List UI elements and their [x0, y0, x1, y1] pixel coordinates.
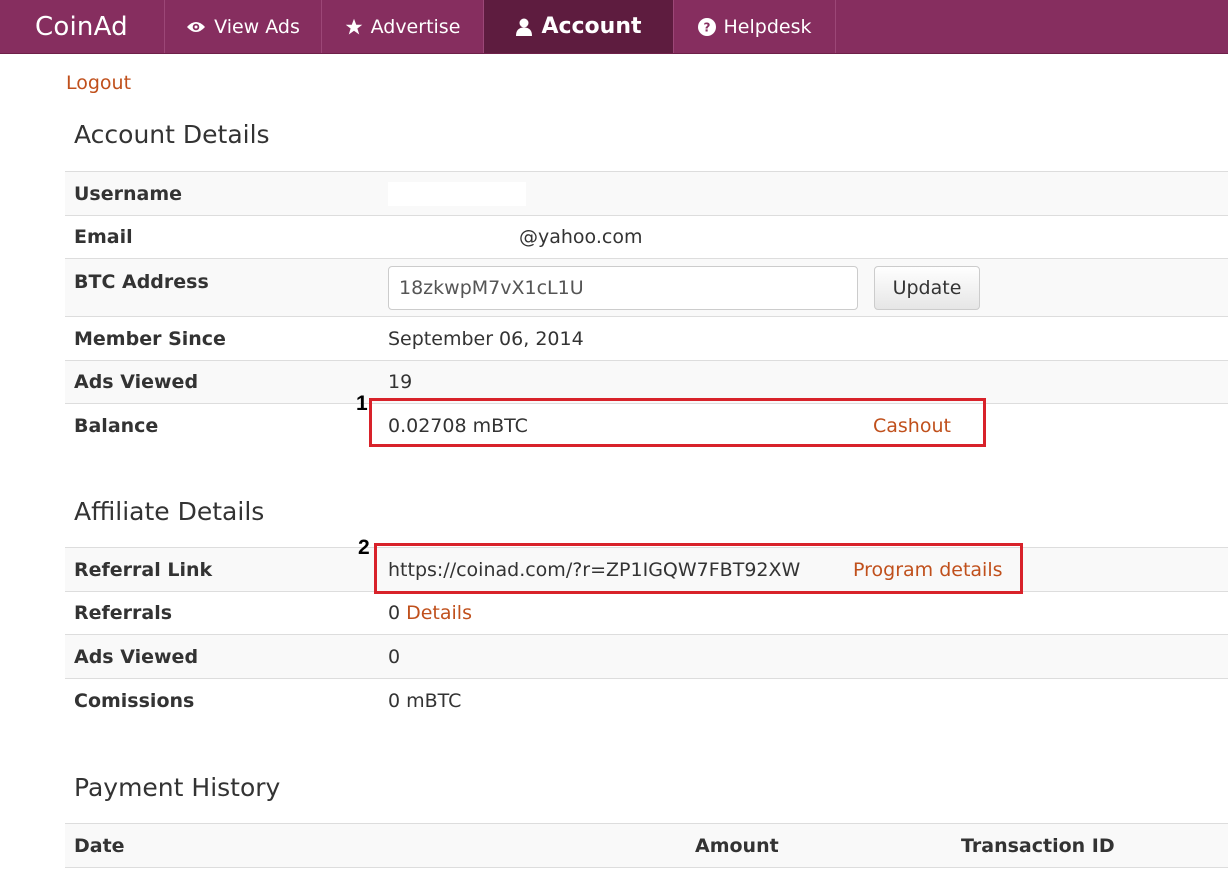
comissions-label: Comissions: [74, 689, 195, 712]
annotation-number-1: 1: [356, 392, 368, 415]
eye-icon: [186, 20, 206, 34]
username-label: Username: [74, 182, 183, 205]
nav-helpdesk[interactable]: ? Helpdesk: [674, 0, 836, 53]
nav-view-ads-label: View Ads: [214, 15, 300, 38]
user-icon: [515, 18, 533, 36]
column-amount: Amount: [695, 835, 779, 857]
payment-history-title: Payment History: [74, 773, 281, 802]
email-text: @yahoo.com: [519, 226, 643, 248]
table-row-member-since: Member Since September 06, 2014: [65, 317, 1228, 361]
column-transaction-id: Transaction ID: [961, 835, 1115, 857]
svg-text:?: ?: [703, 20, 710, 34]
member-since-value: September 06, 2014: [388, 327, 584, 350]
nav-advertise[interactable]: Advertise: [322, 0, 484, 53]
affiliate-ads-viewed-label: Ads Viewed: [74, 645, 199, 668]
table-row-username: Username: [65, 172, 1228, 216]
referrals-details-link[interactable]: Details: [406, 602, 472, 624]
annotation-box-2: [374, 543, 1023, 594]
table-row-email: Email @yahoo.com: [65, 216, 1228, 259]
redacted-username: [388, 181, 526, 206]
btc-address-label: BTC Address: [74, 271, 209, 293]
annotation-box-1: [369, 398, 986, 447]
nav-helpdesk-label: Helpdesk: [723, 15, 812, 38]
affiliate-ads-viewed-value: 0: [388, 645, 401, 668]
balance-label: Balance: [74, 415, 159, 437]
table-row-affiliate-ads-viewed: Ads Viewed 0: [65, 635, 1228, 679]
ads-viewed-label: Ads Viewed: [74, 371, 199, 393]
username-value: [388, 181, 1228, 206]
column-date: Date: [74, 835, 125, 857]
table-row-btc-address: BTC Address Update: [65, 259, 1228, 317]
referrals-count: 0: [388, 602, 401, 624]
ads-viewed-value: 19: [388, 371, 413, 393]
comissions-value: 0 mBTC: [388, 689, 462, 712]
btc-address-input[interactable]: [388, 265, 858, 310]
referrals-label: Referrals: [74, 602, 173, 624]
nav-account[interactable]: Account: [484, 0, 674, 53]
star-icon: [345, 18, 363, 36]
top-navbar: CoinAd View Ads Advertise Account ? Help…: [0, 0, 1228, 54]
question-circle-icon: ?: [697, 17, 716, 36]
logout-link[interactable]: Logout: [66, 72, 131, 94]
nav-advertise-label: Advertise: [370, 15, 461, 38]
account-details-title: Account Details: [74, 120, 270, 149]
affiliate-details-title: Affiliate Details: [74, 497, 265, 526]
member-since-label: Member Since: [74, 327, 226, 350]
annotation-number-2: 2: [358, 536, 370, 559]
brand-logo[interactable]: CoinAd: [0, 0, 165, 53]
referrals-value: 0 Details: [388, 602, 1228, 624]
table-row-comissions: Comissions 0 mBTC: [65, 679, 1228, 722]
referral-link-label: Referral Link: [74, 558, 213, 581]
table-row-referrals: Referrals 0 Details: [65, 592, 1228, 635]
nav-account-label: Account: [541, 14, 642, 39]
btc-address-value: Update: [388, 265, 1228, 310]
email-value: @yahoo.com: [388, 226, 1228, 248]
update-button[interactable]: Update: [874, 265, 980, 310]
email-label: Email: [74, 226, 133, 248]
nav-view-ads[interactable]: View Ads: [165, 0, 322, 53]
payment-history-header: Date Amount Transaction ID: [65, 823, 1228, 868]
